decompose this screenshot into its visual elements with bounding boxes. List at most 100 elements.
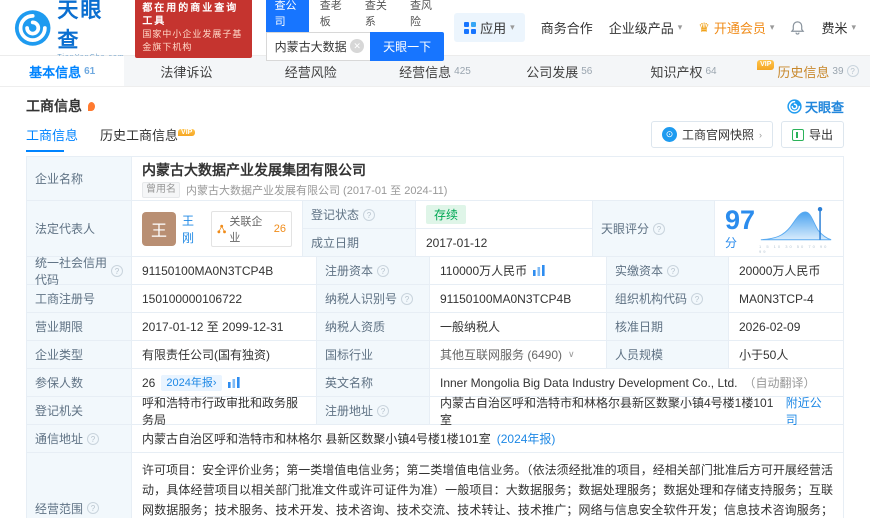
main-tabbar: 基本信息 61 法律诉讼 经营风险 经营信息 425 公司发展 56 知识产权 64 V… bbox=[0, 56, 870, 87]
reg-status-label: 登记状态? bbox=[302, 201, 416, 228]
taxpayer-id: 91150100MA0N3TCP4B bbox=[430, 285, 607, 312]
industry-cell: 其他互联网服务 (6490) ∨ bbox=[430, 341, 607, 368]
annual-report-link[interactable]: (2024年报) bbox=[497, 430, 556, 447]
slogan-badge: 都在用的商业查询工具 国家中小企业发展子基金旗下机构 bbox=[135, 0, 252, 58]
help-icon[interactable]: ? bbox=[111, 264, 123, 277]
top-nav: 应用 ▾ 商务合作 企业级产品 ▾ ♛ 开通会员 ▾ 费米 ▾ bbox=[454, 13, 856, 42]
insured-trend-icon[interactable] bbox=[227, 377, 240, 388]
mail-address: 内蒙古自治区呼和浩特市和林格尔 县新区数聚小镇4号楼1楼101室 bbox=[142, 432, 491, 446]
vip-badge: VIP bbox=[757, 60, 775, 70]
nav-user-menu[interactable]: 费米 ▾ bbox=[821, 18, 856, 37]
company-name: 内蒙古大数据产业发展集团有限公司 bbox=[142, 161, 366, 178]
score-unit: 分 bbox=[724, 235, 737, 250]
help-icon[interactable]: ? bbox=[87, 502, 100, 514]
nav-enterprise-label: 企业级产品 bbox=[608, 21, 674, 36]
tab-operating-risk[interactable]: 经营风险 bbox=[249, 56, 373, 86]
established-date: 2017-01-12 bbox=[415, 229, 593, 256]
help-icon[interactable]: ? bbox=[652, 222, 665, 235]
help-icon[interactable]: ? bbox=[362, 208, 375, 221]
score-distribution-chart bbox=[760, 206, 832, 240]
approval-date: 2026-02-09 bbox=[729, 313, 843, 340]
table-row-business-scope: 经营范围? 许可项目：安全评价业务；第一类增值电信业务；第二类增值电信业务。（依… bbox=[27, 453, 843, 518]
mail-address-label: 通信地址? bbox=[27, 425, 132, 452]
tab-intellectual-property[interactable]: 知识产权 64 bbox=[621, 56, 745, 86]
org-code: MA0N3TCP-4 bbox=[729, 285, 843, 312]
legal-rep-avatar[interactable]: 王 bbox=[142, 211, 176, 246]
tab-operating-info[interactable]: 经营信息 425 bbox=[373, 56, 497, 86]
approval-date-label: 核准日期 bbox=[607, 313, 729, 340]
annual-report-badge[interactable]: 2024年报› bbox=[161, 374, 222, 391]
search-area: 查公司 查老板 查关系 查风险 ✕ 天眼一下 bbox=[265, 0, 445, 61]
company-type: 有限责任公司(国有独资) bbox=[132, 341, 317, 368]
nav-apps[interactable]: 应用 ▾ bbox=[454, 13, 525, 42]
nav-username: 费米 bbox=[821, 21, 848, 36]
tab-legal-proceedings[interactable]: 法律诉讼 bbox=[124, 56, 248, 86]
subtab-history-business-info[interactable]: 历史工商信息 VIP bbox=[100, 125, 196, 152]
table-row-legal-rep: 法定代表人 王 王刚 关联企业 26 登记状态 ? 存续 成立日期 2017-0… bbox=[27, 201, 843, 257]
industry: 其他互联网服务 (6490) bbox=[440, 348, 563, 362]
subtab-row: 工商信息 历史工商信息 VIP ⊙ 工商官网快照 › 导出 bbox=[26, 121, 844, 152]
help-icon[interactable]: ? bbox=[401, 292, 414, 305]
section-title: 工商信息 bbox=[26, 98, 82, 114]
paid-capital-label: 实缴资本? bbox=[607, 257, 729, 284]
hot-dot-icon bbox=[88, 101, 95, 111]
search-tab-risk[interactable]: 查风险 bbox=[401, 0, 444, 32]
insured-cell: 26 2024年报› bbox=[132, 369, 317, 396]
help-icon[interactable]: ? bbox=[377, 264, 390, 277]
notification-bell-icon[interactable] bbox=[790, 20, 805, 35]
score-axis-ticks: 1 5 10 30 50 70 90 99 bbox=[759, 243, 829, 254]
nav-membership[interactable]: ♛ 开通会员 ▾ bbox=[698, 18, 774, 37]
network-icon bbox=[217, 224, 226, 233]
tab-company-development[interactable]: 公司发展 56 bbox=[497, 56, 621, 86]
search-tab-boss[interactable]: 查老板 bbox=[311, 0, 354, 32]
help-icon[interactable]: ? bbox=[691, 292, 704, 305]
nearby-companies-link[interactable]: 附近公司 bbox=[786, 394, 833, 428]
related-companies-badge[interactable]: 关联企业 26 bbox=[210, 210, 292, 247]
business-term: 2017-01-12 至 2099-12-31 bbox=[132, 313, 317, 340]
nav-enterprise-products[interactable]: 企业级产品 ▾ bbox=[609, 18, 683, 37]
tianyancha-company-page: 天眼查 TianYanCha.com 都在用的商业查询工具 国家中小企业发展子基… bbox=[0, 0, 870, 518]
help-icon[interactable]: ? bbox=[87, 432, 100, 445]
capital-trend-icon[interactable] bbox=[533, 265, 545, 276]
help-icon[interactable]: ? bbox=[667, 264, 680, 277]
reg-capital: 110000万人民币 bbox=[440, 264, 528, 278]
help-icon[interactable]: ? bbox=[846, 65, 859, 77]
tianyancha-logo[interactable]: 天眼查 TianYanCha.com bbox=[14, 0, 125, 61]
reg-address-cell: 内蒙古自治区呼和浩特市和林格尔县新区数聚小镇4号楼1楼101室 附近公司 bbox=[430, 396, 843, 427]
credit-code-label: 统一社会信用代码? bbox=[27, 256, 132, 287]
search-tab-company[interactable]: 查公司 bbox=[265, 0, 309, 32]
search-tabs: 查公司 查老板 查关系 查风险 bbox=[265, 0, 445, 32]
slogan-line1: 都在用的商业查询工具 bbox=[142, 2, 239, 27]
subtab-business-info[interactable]: 工商信息 bbox=[26, 125, 78, 152]
former-name: 内蒙古大数据产业发展有限公司 (2017-01 至 2024-11) bbox=[186, 184, 448, 197]
tab-history-info[interactable]: VIP 历史信息 39 ? bbox=[746, 56, 870, 86]
export-button[interactable]: 导出 bbox=[780, 121, 844, 148]
help-icon[interactable]: ? bbox=[377, 404, 390, 417]
status-badge: 存续 bbox=[425, 205, 466, 224]
expand-icon[interactable]: ∨ bbox=[568, 349, 575, 360]
nav-membership-label: 开通会员 bbox=[713, 21, 766, 36]
crown-icon: ♛ bbox=[698, 19, 710, 35]
official-snapshot-button[interactable]: ⊙ 工商官网快照 › bbox=[650, 121, 773, 148]
score-label: 天眼评分? bbox=[592, 201, 715, 256]
reg-number-label: 工商注册号 bbox=[27, 285, 132, 312]
business-term-label: 营业期限 bbox=[27, 313, 132, 340]
tab-basic-info[interactable]: 基本信息 61 bbox=[0, 56, 125, 86]
chevron-down-icon: ▾ bbox=[677, 22, 683, 32]
reg-address: 内蒙古自治区呼和浩特市和林格尔县新区数聚小镇4号楼1楼101室 bbox=[440, 395, 774, 427]
chevron-right-icon: › bbox=[758, 129, 762, 140]
content-area: 工商信息 天眼查 工商信息 历史工商信息 VIP ⊙ 工商官网快照 › 导出 企… bbox=[0, 87, 870, 518]
english-name: Inner Mongolia Big Data Industry Develop… bbox=[440, 375, 738, 390]
table-row-business-term: 营业期限 2017-01-12 至 2099-12-31 纳税人资质 一般纳税人… bbox=[27, 313, 843, 341]
snapshot-icon: ⊙ bbox=[661, 127, 677, 142]
table-row-mail-address: 通信地址? 内蒙古自治区呼和浩特市和林格尔 县新区数聚小镇4号楼1楼101室 (… bbox=[27, 425, 843, 453]
legal-rep-name[interactable]: 王刚 bbox=[182, 212, 205, 246]
reg-authority-label: 登记机关 bbox=[27, 397, 132, 424]
search-tab-relation[interactable]: 查关系 bbox=[356, 0, 399, 32]
taxpayer-id-label: 纳税人识别号? bbox=[317, 285, 430, 312]
nav-business-coop[interactable]: 商务合作 bbox=[541, 18, 593, 37]
watermark-text: 天眼查 bbox=[804, 99, 844, 115]
legal-rep-label: 法定代表人 bbox=[27, 201, 132, 256]
mail-address-cell: 内蒙古自治区呼和浩特市和林格尔 县新区数聚小镇4号楼1楼101室 (2024年报… bbox=[132, 425, 843, 452]
score-cell[interactable]: 97分 1 5 10 30 50 70 90 99 bbox=[714, 201, 843, 256]
